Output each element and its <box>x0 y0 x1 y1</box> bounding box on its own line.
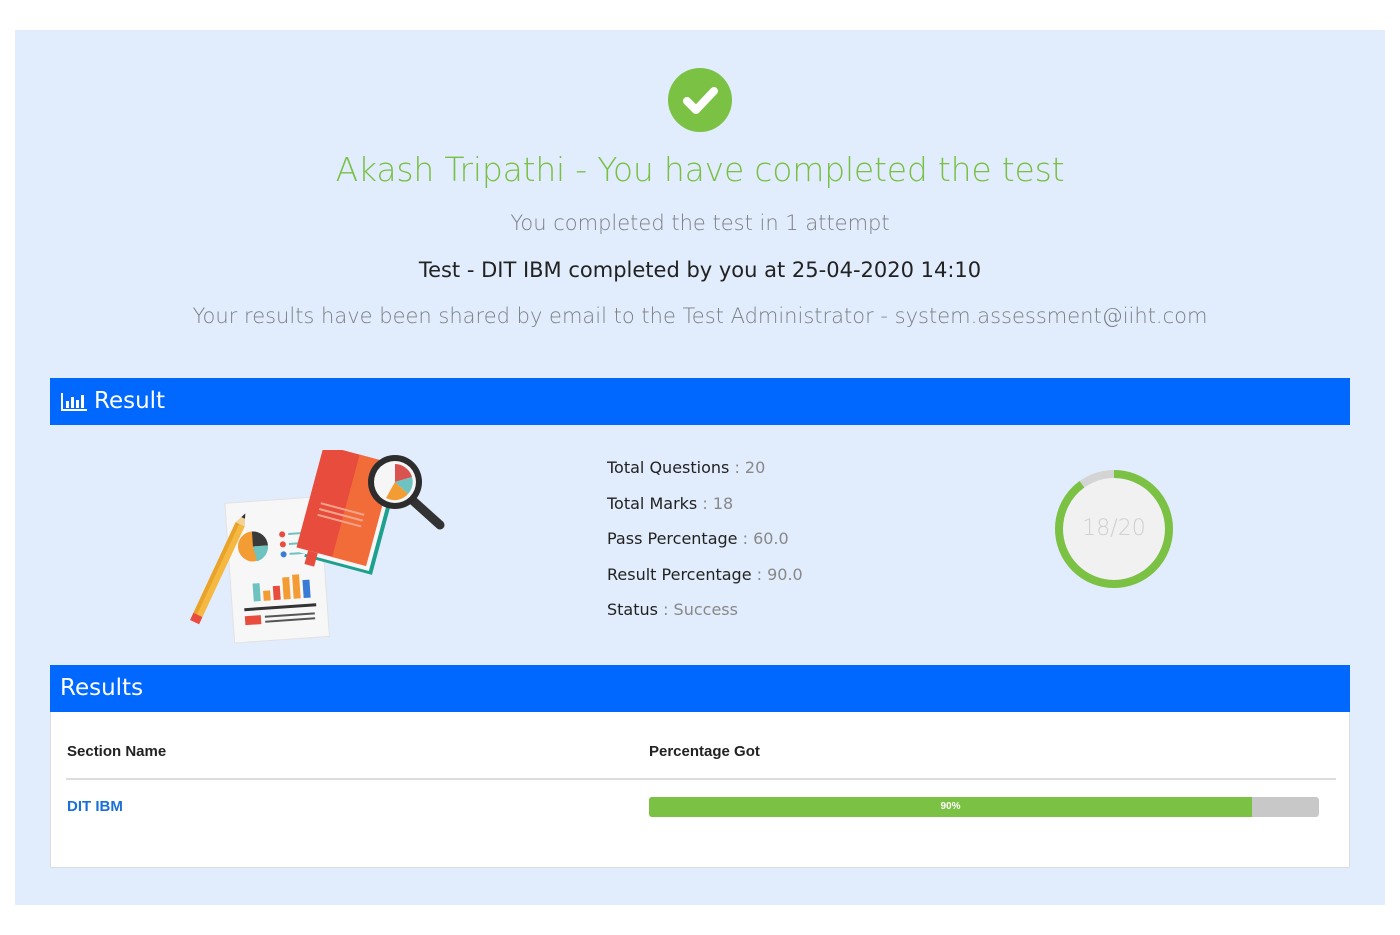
stat-status: Status : Success <box>607 598 803 634</box>
stat-value: 60.0 <box>753 529 789 548</box>
shared-text: Your results have been shared by email t… <box>192 304 1208 328</box>
stat-total-marks: Total Marks : 18 <box>607 492 803 528</box>
stat-label: Total Questions <box>607 458 730 477</box>
column-header-percentage: Percentage Got <box>649 743 760 760</box>
stat-separator: : <box>657 600 674 619</box>
stat-pass-percentage: Pass Percentage : 60.0 <box>607 527 803 563</box>
completed-text: Test - DIT IBM completed by you at 25-04… <box>418 258 982 282</box>
section-link[interactable]: DIT IBM <box>67 798 123 815</box>
check-circle-icon <box>668 68 732 132</box>
progress-fill: 90% <box>649 797 1252 817</box>
percentage-progress-bar: 90% <box>649 797 1319 817</box>
attempt-text: You completed the test in 1 attempt <box>510 211 890 235</box>
stat-value: Success <box>673 600 738 619</box>
report-illustration <box>190 450 445 644</box>
stat-value: 18 <box>712 493 734 513</box>
stat-label: Status <box>607 600 658 619</box>
stat-label: Total Marks <box>607 493 698 513</box>
stat-value: 90.0 <box>767 564 803 584</box>
bar-chart-icon <box>61 393 87 411</box>
stat-separator: : <box>751 564 768 584</box>
stat-result-percentage: Result Percentage : 90.0 <box>607 563 803 599</box>
stat-separator: : <box>729 458 745 477</box>
stat-label: Pass Percentage <box>607 529 738 548</box>
result-stats: Total Questions : 20 Total Marks : 18 Pa… <box>607 456 803 634</box>
results-title: Results <box>60 675 144 701</box>
stat-value: 20 <box>744 458 766 477</box>
stat-separator: : <box>697 493 713 513</box>
results-header-bar: Results <box>50 665 1350 712</box>
stat-total-questions: Total Questions : 20 <box>607 456 803 492</box>
completion-title: Akash Tripathi - You have completed the … <box>335 150 1065 189</box>
result-header-bar: Result <box>50 378 1350 425</box>
results-table: Section Name Percentage Got DIT IBM 90% <box>50 712 1350 868</box>
stat-label: Result Percentage <box>607 564 752 584</box>
column-header-section: Section Name <box>67 743 167 760</box>
score-text: 18/20 <box>1082 516 1146 541</box>
header-divider <box>66 778 1336 780</box>
stat-separator: : <box>737 529 754 548</box>
result-title: Result <box>94 388 166 414</box>
